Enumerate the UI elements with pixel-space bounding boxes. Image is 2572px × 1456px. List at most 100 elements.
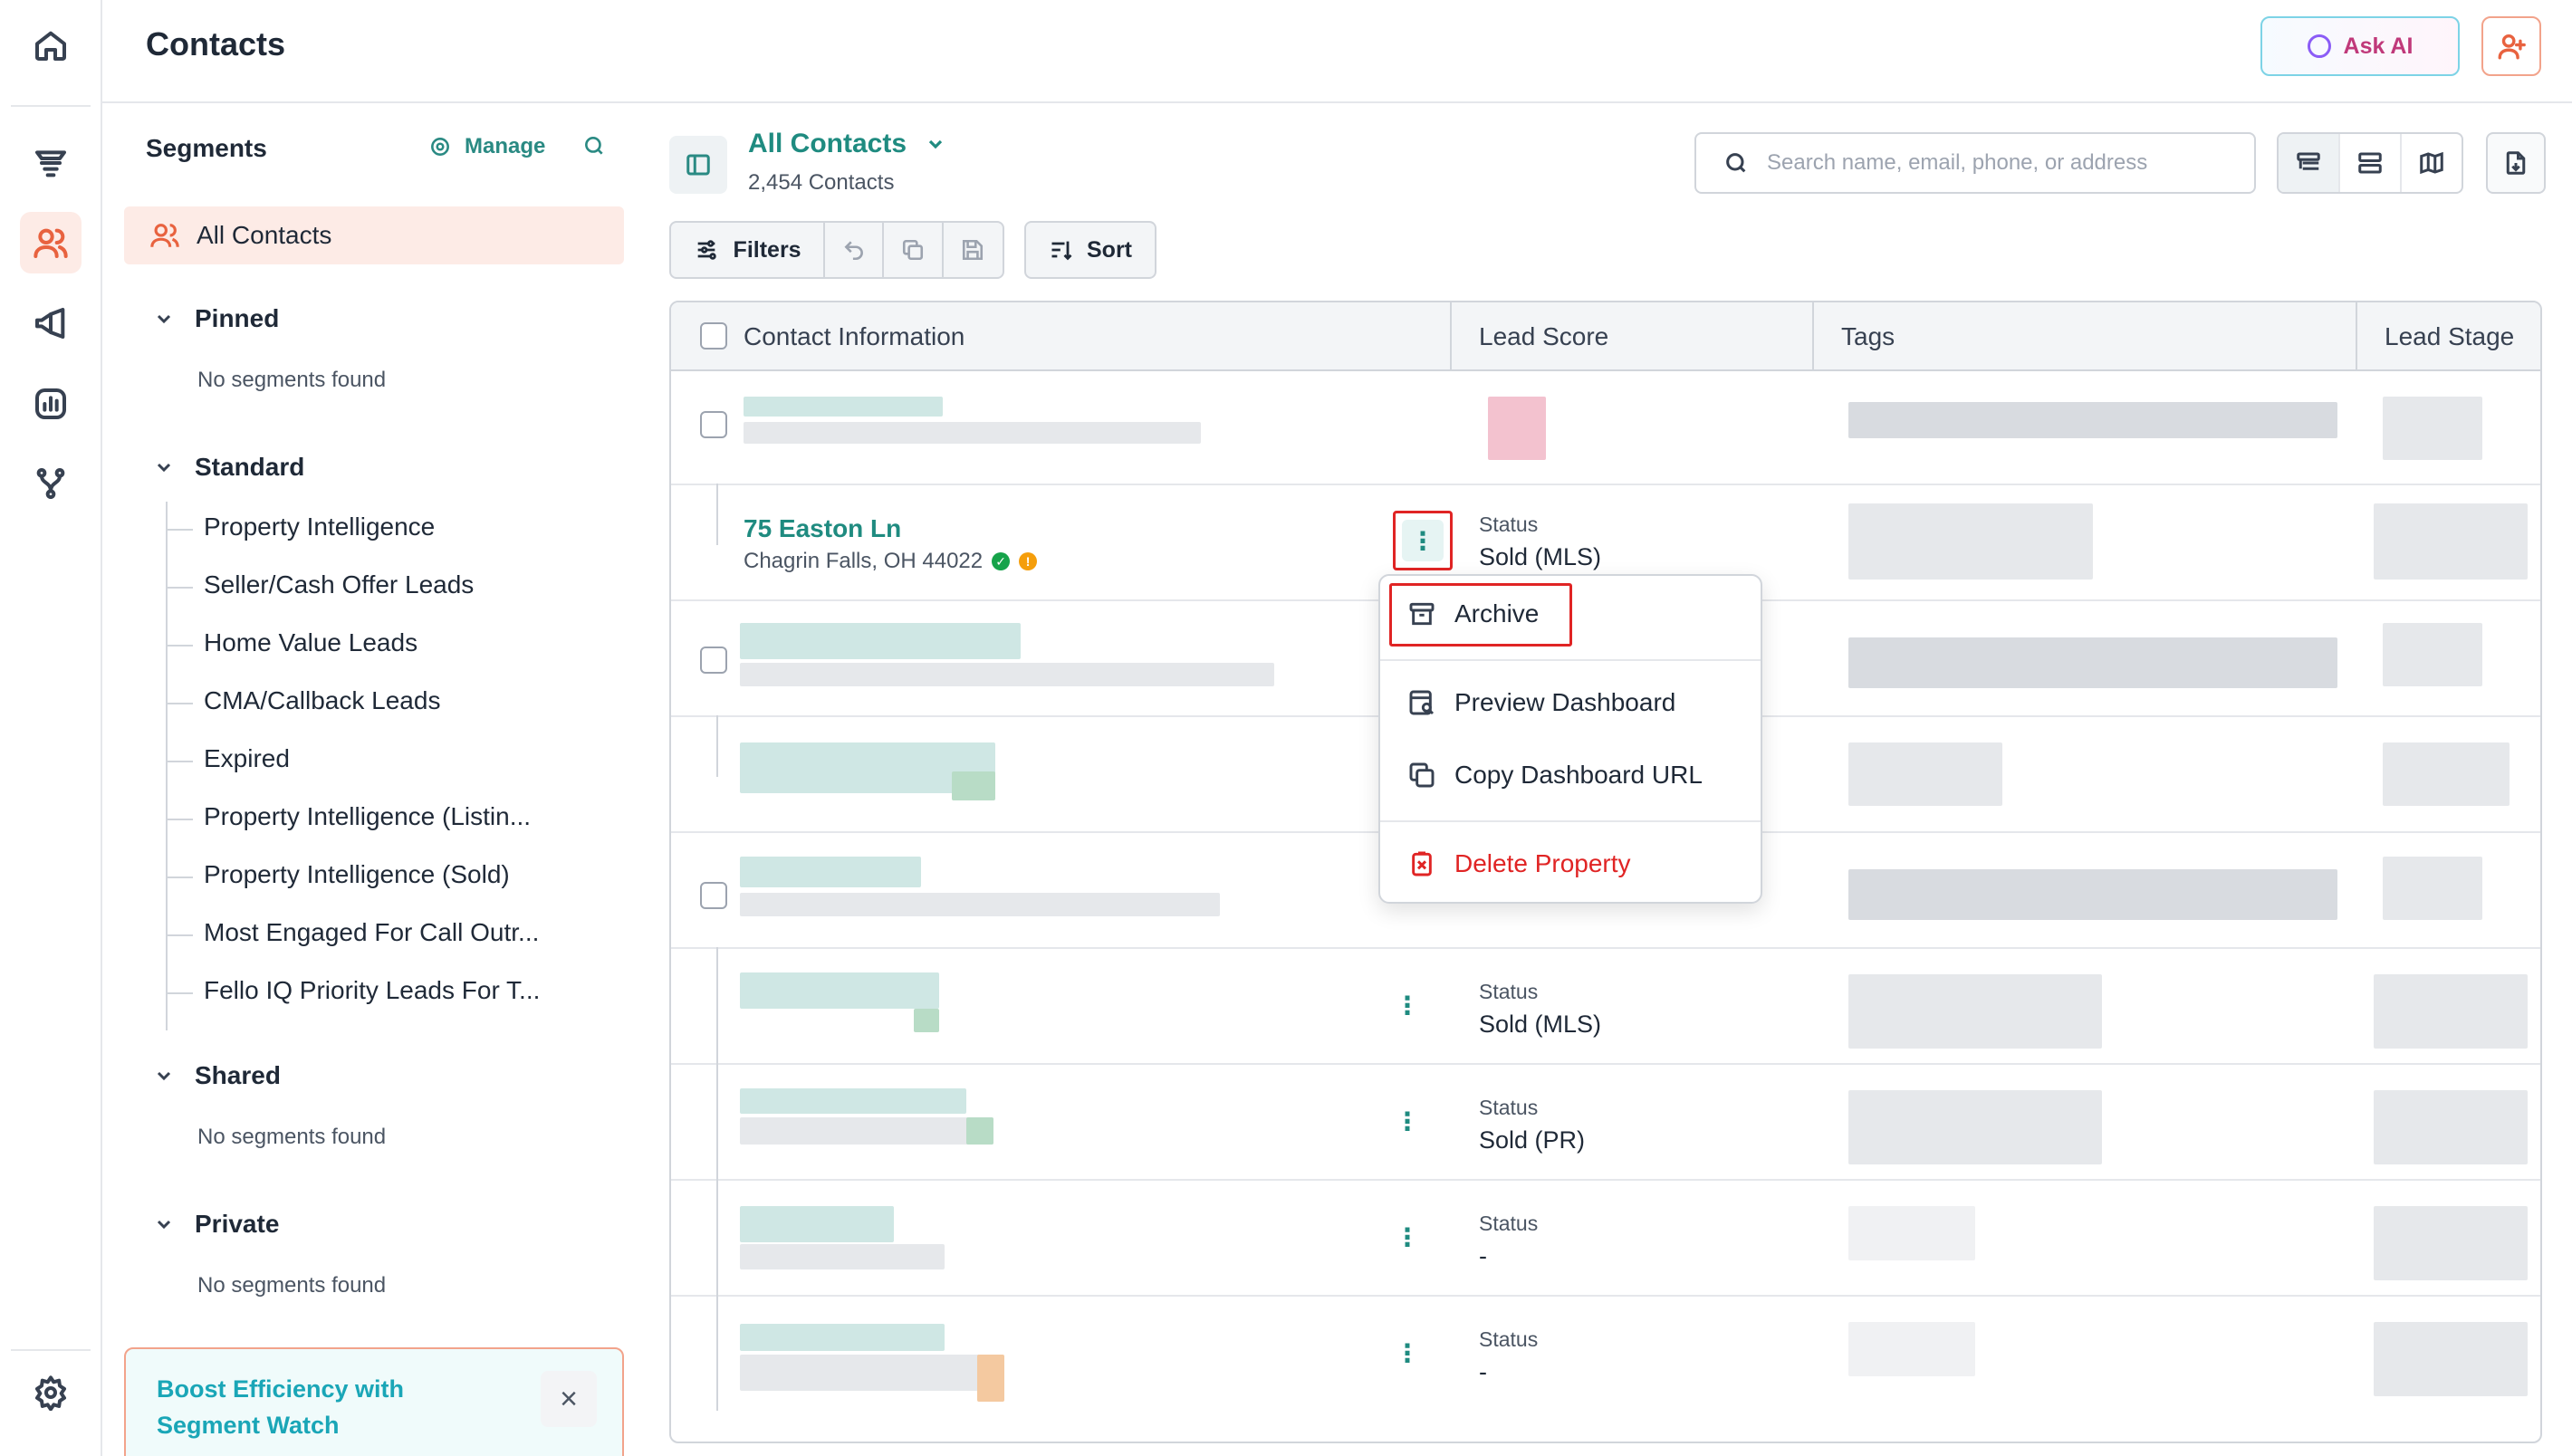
row-checkbox[interactable] — [700, 647, 727, 674]
child-connector — [716, 947, 718, 1063]
row-actions-button[interactable]: ⋮ — [1394, 1335, 1421, 1371]
filters-button[interactable]: Filters — [671, 223, 826, 277]
redacted-tags — [1848, 402, 2337, 438]
segment-item[interactable]: CMA/Callback Leads — [165, 686, 440, 715]
redacted-tags — [1848, 742, 2002, 806]
segment-item[interactable]: Property Intelligence (Listin... — [165, 802, 531, 831]
row-actions-menu: Archive Preview Dashboard Copy Dashboard… — [1378, 574, 1762, 904]
menu-item-copy-dashboard-url[interactable]: Copy Dashboard URL — [1407, 761, 1703, 790]
close-icon[interactable]: × — [541, 1371, 597, 1427]
column-header[interactable]: Tags — [1841, 322, 1895, 351]
sparkle-icon — [2307, 34, 2331, 58]
manage-segments-button[interactable]: Manage — [428, 134, 545, 159]
row-divider — [671, 1179, 2540, 1181]
tree-line — [166, 502, 168, 1030]
map-view-button[interactable] — [2402, 134, 2462, 192]
group-shared-toggle[interactable]: Shared — [153, 1061, 281, 1090]
segment-all-contacts[interactable]: All Contacts — [124, 206, 624, 264]
add-contact-button[interactable] — [2481, 16, 2541, 76]
status-value: Sold (PR) — [1479, 1126, 1586, 1154]
export-button[interactable] — [2486, 132, 2546, 194]
left-rail — [0, 0, 102, 1456]
copy-icon — [903, 239, 924, 261]
sidebar-toggle-icon — [686, 154, 710, 176]
column-header[interactable]: Contact Information — [744, 322, 964, 351]
menu-item-preview-dashboard[interactable]: Preview Dashboard — [1407, 688, 1675, 717]
redacted-stage — [2383, 742, 2510, 806]
status-label: Status — [1479, 980, 1539, 1003]
menu-label: Preview Dashboard — [1454, 688, 1676, 716]
redacted-score — [1488, 397, 1546, 460]
segment-item[interactable]: Property Intelligence (Sold) — [166, 860, 510, 889]
menu-item-archive[interactable]: Archive — [1407, 599, 1539, 628]
segment-item[interactable]: Seller/Cash Offer Leads — [165, 570, 474, 599]
group-standard-toggle[interactable]: Standard — [153, 453, 304, 482]
row-actions-button[interactable]: ⋮ — [1394, 1219, 1421, 1255]
segment-item[interactable]: Most Engaged For Call Outr... — [165, 918, 539, 947]
row-checkbox[interactable] — [700, 882, 727, 909]
analytics-icon[interactable] — [20, 373, 82, 435]
megaphone-icon[interactable] — [20, 292, 82, 354]
group-private-toggle[interactable]: Private — [153, 1210, 279, 1239]
status-value: Sold (MLS) — [1479, 543, 1602, 570]
row-actions-button[interactable]: ⋮ — [1394, 1103, 1421, 1139]
segment-item[interactable]: Property Intelligence — [165, 512, 435, 541]
settings-icon[interactable] — [20, 1362, 82, 1423]
ask-ai-button[interactable]: Ask AI — [2260, 16, 2460, 76]
workflow-icon[interactable] — [20, 453, 82, 514]
list-view-button[interactable] — [2340, 134, 2402, 192]
column-header[interactable]: Lead Stage — [2385, 322, 2514, 351]
segment-item[interactable]: Fello IQ Priority Leads For T... — [165, 976, 540, 1005]
funnel-icon[interactable] — [20, 132, 82, 194]
segment-item[interactable]: Home Value Leads — [165, 628, 417, 657]
segments-title: Segments — [146, 134, 267, 162]
redacted-stage — [2383, 857, 2482, 920]
rail-divider — [11, 1349, 91, 1351]
page-title: Contacts — [146, 25, 286, 62]
tree-view-button[interactable] — [2279, 134, 2340, 192]
redacted-text — [740, 972, 939, 1009]
chevron-down-icon — [157, 463, 171, 473]
search-input[interactable] — [1767, 150, 2220, 176]
sort-label: Sort — [1087, 236, 1132, 263]
duplicate-button[interactable] — [884, 223, 944, 277]
top-header: Contacts Ask AI — [102, 0, 2572, 103]
copy-icon — [1409, 762, 1435, 788]
app: Contacts Ask AI Segments Manage All Cont… — [0, 0, 2572, 1456]
row-checkbox[interactable] — [700, 411, 727, 438]
list-icon — [2358, 152, 2382, 174]
contacts-icon[interactable] — [20, 212, 82, 273]
row-actions-button[interactable]: ⋮ — [1394, 987, 1421, 1023]
menu-item-delete-property[interactable]: Delete Property — [1407, 849, 1631, 878]
search-field[interactable] — [1694, 132, 2256, 194]
group-label: Standard — [195, 453, 305, 481]
property-address-link[interactable]: 75 Easton Ln — [744, 514, 901, 543]
save-icon — [963, 239, 984, 261]
row-divider — [671, 484, 2540, 485]
kebab-icon: ⋮ — [1402, 520, 1444, 561]
redacted-tags — [1848, 1090, 2102, 1164]
redacted-text — [977, 1355, 1004, 1402]
column-header[interactable]: Lead Score — [1479, 322, 1608, 351]
search-icon — [585, 137, 603, 155]
row-actions-button[interactable]: ⋮ — [1393, 511, 1453, 570]
contacts-icon — [150, 224, 179, 247]
collapse-panel-button[interactable] — [669, 136, 727, 194]
save-button[interactable] — [944, 223, 1003, 277]
status-label: Status — [1479, 512, 1539, 536]
home-icon[interactable] — [20, 14, 82, 76]
redacted-text — [952, 771, 995, 800]
status-value: - — [1479, 1242, 1487, 1269]
gear-icon — [431, 138, 449, 156]
undo-button[interactable] — [825, 223, 885, 277]
select-all-checkbox[interactable] — [700, 322, 727, 350]
sort-button[interactable]: Sort — [1024, 221, 1156, 279]
view-selector[interactable]: All Contacts — [748, 129, 946, 159]
redacted-stage — [2374, 1090, 2528, 1164]
segment-search-button[interactable] — [582, 134, 606, 162]
group-pinned-toggle[interactable]: Pinned — [153, 304, 279, 333]
manage-label: Manage — [465, 134, 546, 158]
child-connector — [716, 1179, 718, 1295]
redacted-text — [744, 422, 1201, 444]
segment-item[interactable]: Expired — [166, 744, 290, 773]
